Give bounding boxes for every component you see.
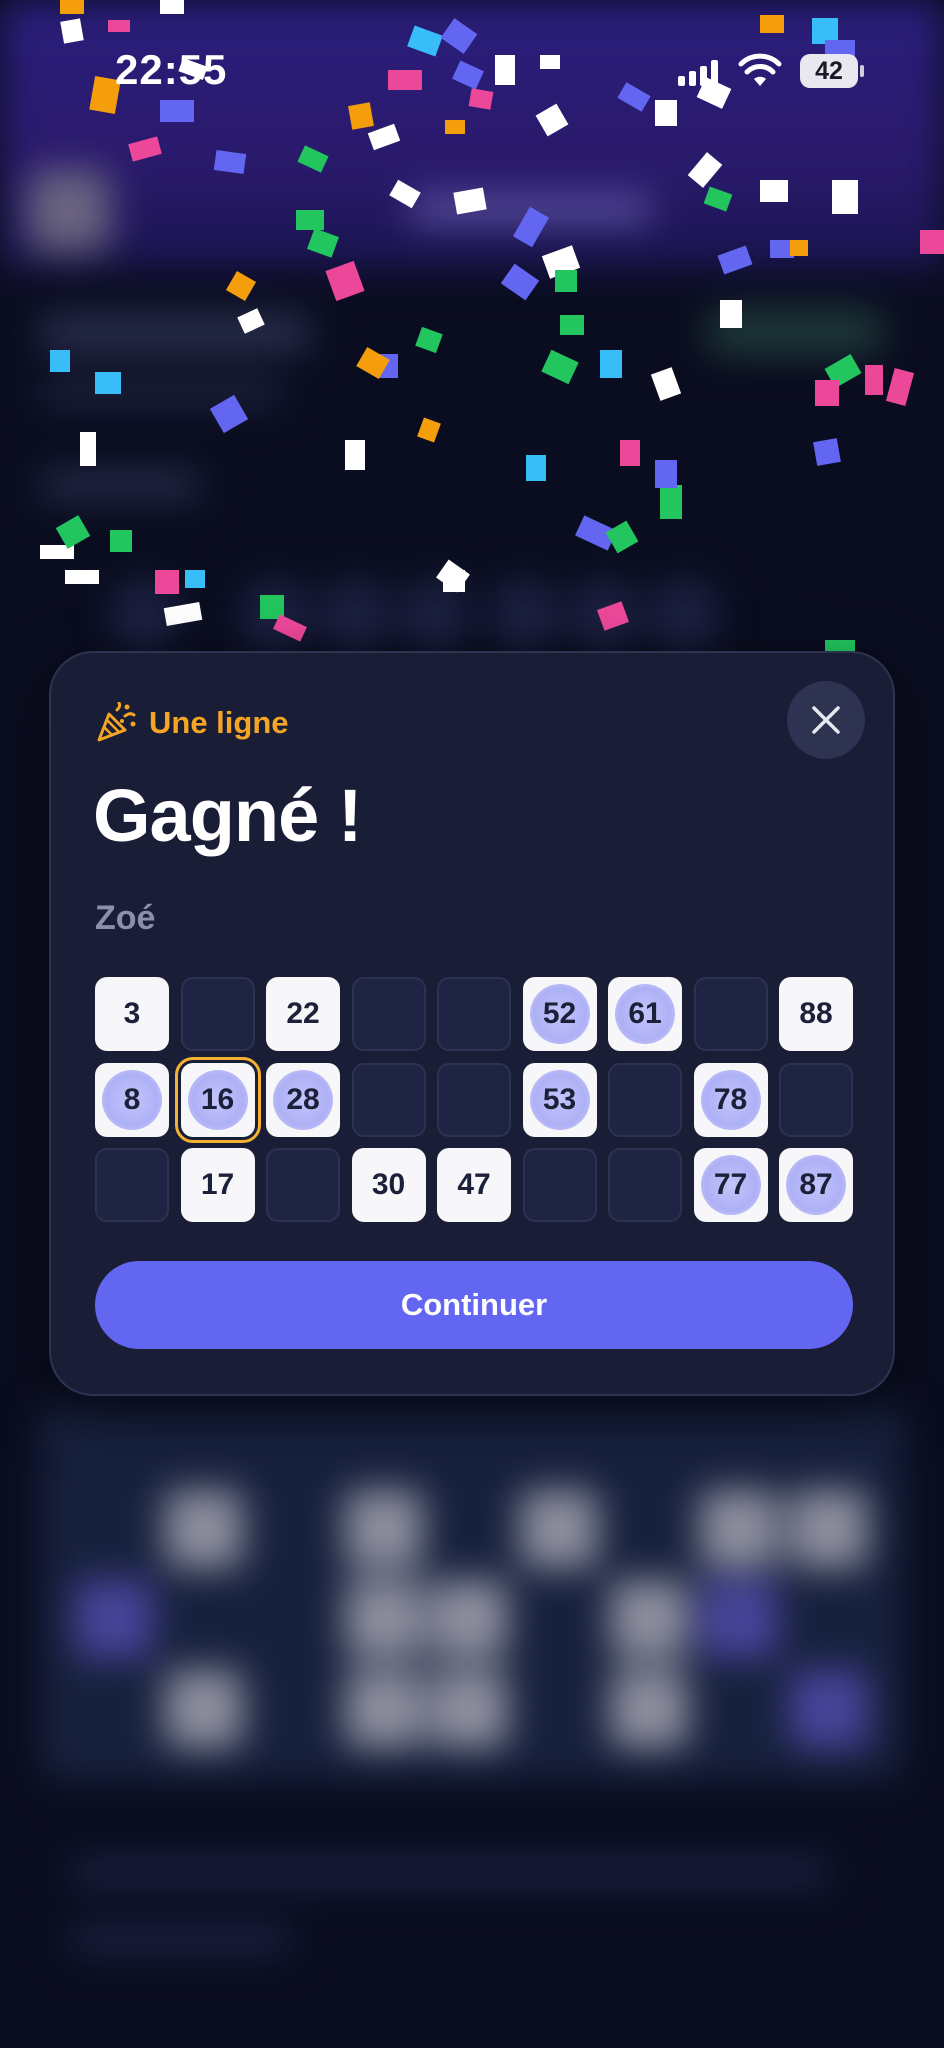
- ticket-cell-empty: [608, 1148, 682, 1222]
- win-type-label: Une ligne: [149, 705, 289, 740]
- ticket-cell-empty: [95, 1148, 169, 1222]
- bg-cell: [520, 1490, 598, 1568]
- ticket-cell-empty: [522, 1148, 597, 1222]
- marked-number: 16: [187, 1069, 248, 1130]
- battery-icon: 42: [800, 54, 864, 88]
- ticket-cell-marked: 77: [693, 1148, 768, 1222]
- bg-ball: [570, 580, 640, 650]
- bg-avatar: [28, 170, 110, 252]
- bg-cell: [610, 1580, 688, 1658]
- bg-cell: [700, 1490, 778, 1568]
- status-bar: 22:55 42: [0, 0, 944, 140]
- screen: 22:55 42 Une ligne Gagné ! Zoé 3 22 52 6…: [0, 0, 944, 2048]
- bg-pill: [705, 310, 885, 354]
- bg-cell: [610, 1670, 688, 1748]
- ticket-cell-marked: 61: [608, 977, 682, 1051]
- wifi-icon: [738, 52, 782, 88]
- party-popper-icon: [97, 702, 136, 742]
- win-type-tag: Une ligne: [95, 701, 289, 745]
- battery-level: 42: [815, 57, 843, 85]
- ticket-cell-marked: 28: [266, 1062, 340, 1137]
- marked-number: 53: [529, 1069, 590, 1130]
- ticket-cell-number: 47: [437, 1148, 511, 1222]
- ticket-cell-empty: [180, 977, 255, 1051]
- bg-cell: [165, 1490, 243, 1568]
- ticket-cell-number: 17: [180, 1148, 255, 1222]
- status-time: 22:55: [115, 46, 228, 93]
- bg-ball: [320, 580, 390, 650]
- bg-cell: [345, 1580, 423, 1658]
- ticket-cell-marked: 8: [95, 1062, 169, 1137]
- ticket-cell-marked: 78: [693, 1062, 768, 1137]
- marked-number: 77: [700, 1155, 761, 1215]
- marked-number: 78: [700, 1069, 761, 1130]
- bg-ball: [110, 580, 180, 650]
- ticket-cell-number: 3: [95, 977, 169, 1051]
- bg-cell: [345, 1490, 423, 1568]
- ticket-cell-empty: [437, 1062, 511, 1137]
- bg-subtitle: [40, 380, 280, 406]
- ticket-cell-empty: [693, 977, 768, 1051]
- ticket-cell-empty: [351, 1062, 426, 1137]
- cellular-signal-icon: [678, 60, 722, 86]
- continue-button[interactable]: Continuer: [95, 1261, 853, 1349]
- ticket-cell-empty: [779, 1062, 853, 1137]
- ticket-cell-empty: [437, 977, 511, 1051]
- ticket-cell-number: 30: [351, 1148, 426, 1222]
- bg-ball: [490, 580, 560, 650]
- marked-number: 61: [615, 984, 675, 1044]
- bg-cell: [345, 1670, 423, 1748]
- close-icon: [812, 706, 840, 734]
- bg-ball: [240, 580, 310, 650]
- bg-text-line: [70, 1925, 290, 1953]
- bg-subtitle-2: [40, 470, 200, 500]
- ticket-cell-empty: [266, 1148, 340, 1222]
- ticket-cell-number: 22: [266, 977, 340, 1051]
- marked-number: 28: [273, 1069, 333, 1130]
- ticket-cell-marked: 53: [522, 1062, 597, 1137]
- marked-number: 8: [102, 1069, 162, 1130]
- bg-ball: [650, 580, 720, 650]
- ticket-cell-marked: 52: [522, 977, 597, 1051]
- bg-cell: [75, 1580, 153, 1658]
- win-modal: Une ligne Gagné ! Zoé 3 22 52 61 88 8 16 28 53 78…: [49, 651, 895, 1396]
- bg-cell: [790, 1670, 868, 1748]
- bg-header-text: [410, 195, 650, 223]
- bg-title: [40, 315, 310, 351]
- ticket-cell-empty: [351, 977, 426, 1051]
- bg-cell: [430, 1580, 508, 1658]
- ticket-cell-marked: 87: [779, 1148, 853, 1222]
- marked-number: 87: [786, 1155, 846, 1215]
- bg-cell: [790, 1490, 868, 1568]
- bingo-ticket: 3 22 52 61 88 8 16 28 53 78 17 30 47 77 87: [95, 973, 855, 1223]
- ticket-cell-number: 88: [779, 977, 853, 1051]
- bg-text-line: [70, 1858, 830, 1886]
- bg-cell: [430, 1670, 508, 1748]
- marked-number: 52: [529, 984, 590, 1044]
- bg-cell: [165, 1670, 243, 1748]
- player-name: Zoé: [95, 899, 156, 937]
- bg-cell: [700, 1580, 778, 1658]
- close-button[interactable]: [787, 681, 865, 759]
- bg-ball: [400, 580, 470, 650]
- ticket-cell-empty: [608, 1062, 682, 1137]
- ticket-cell-marked: 16: [174, 1056, 261, 1143]
- modal-title: Gagné !: [93, 774, 362, 857]
